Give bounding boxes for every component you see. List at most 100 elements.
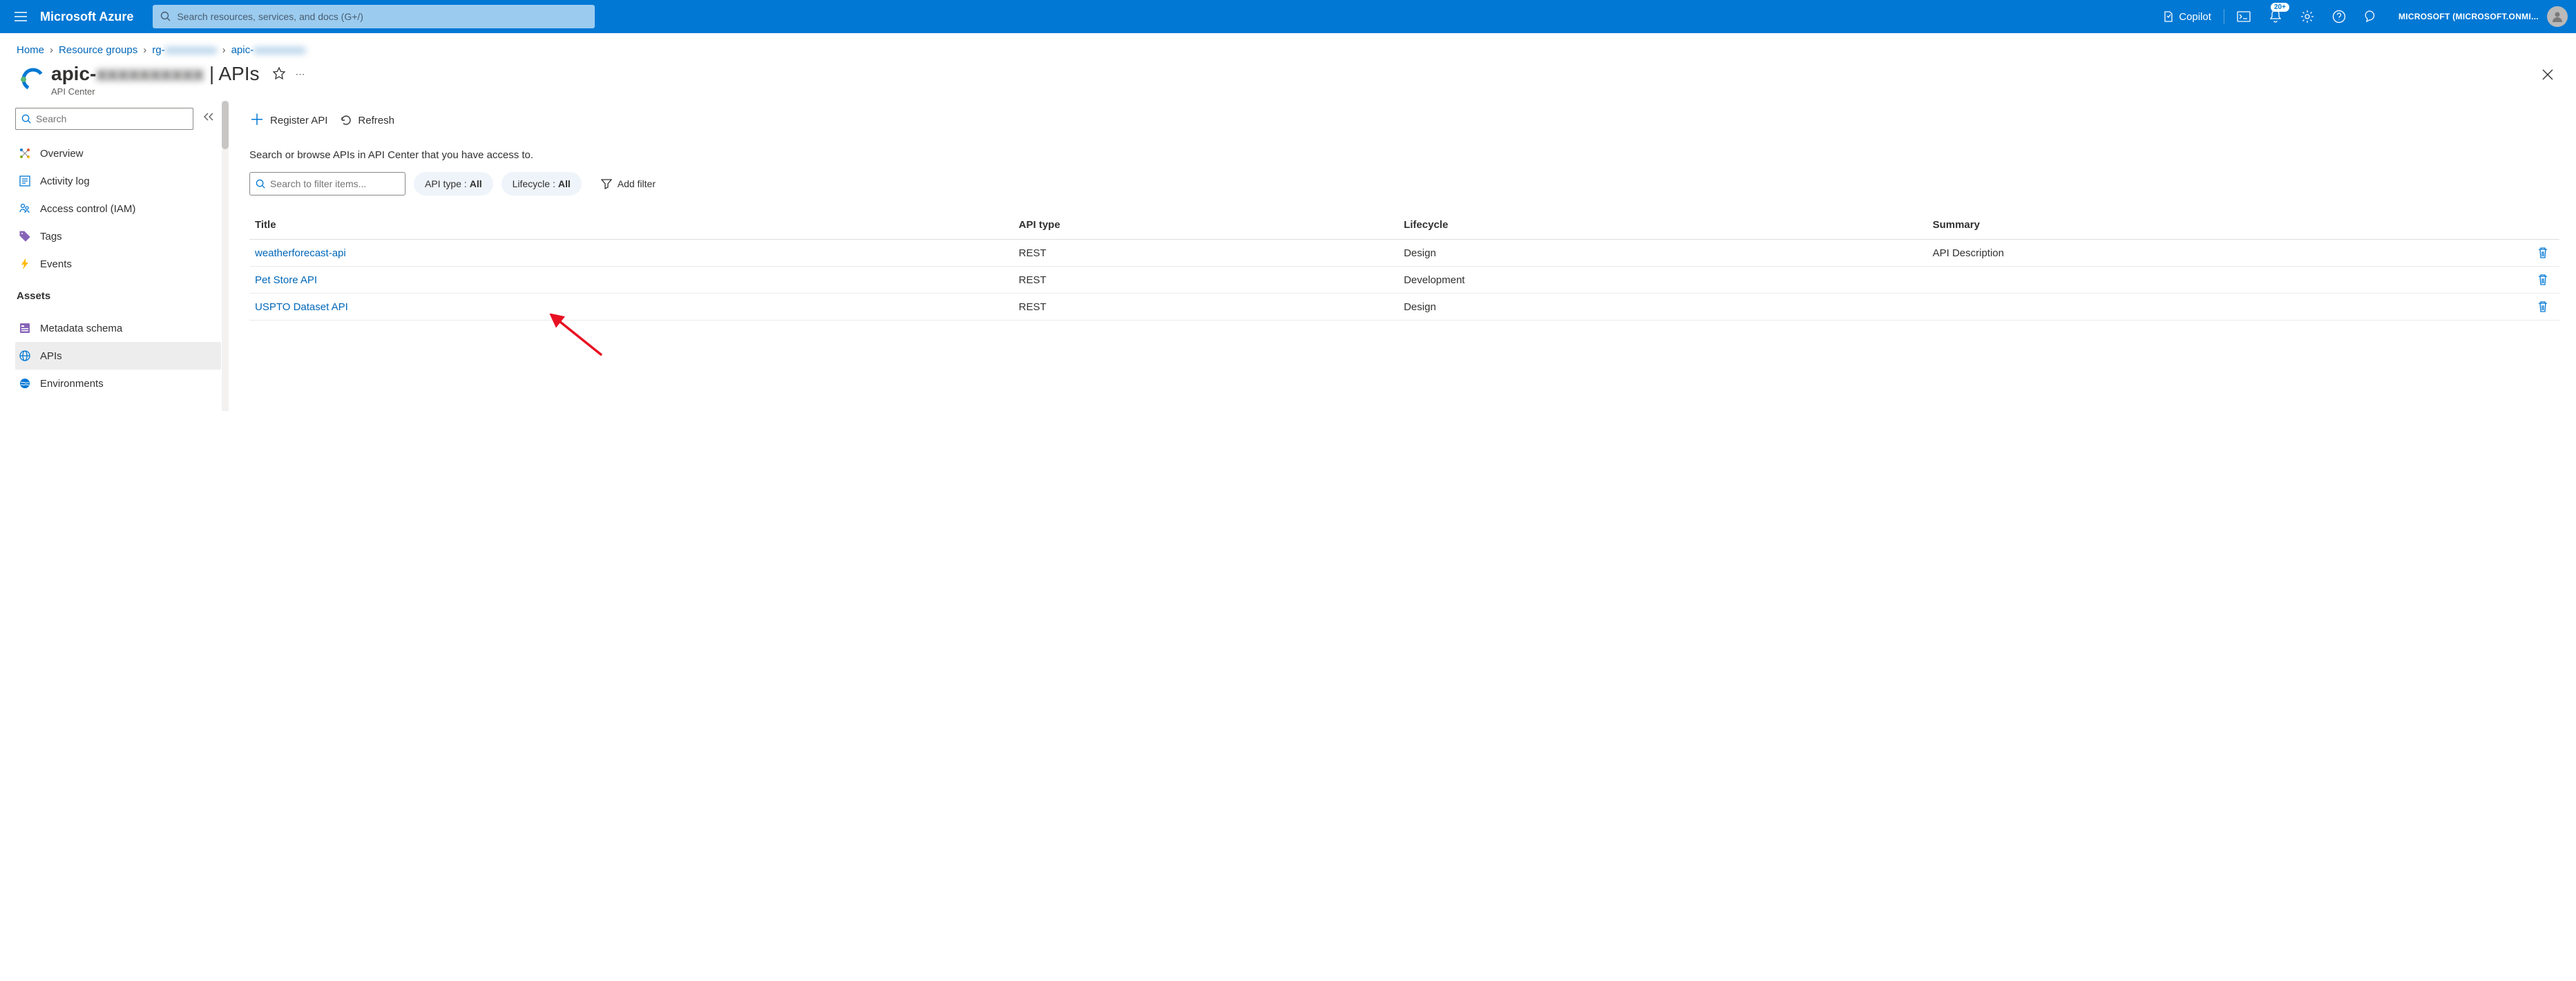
global-search[interactable] xyxy=(153,5,595,28)
sidebar-item-label: APIs xyxy=(40,350,62,362)
api-title-link[interactable]: USPTO Dataset API xyxy=(255,301,348,313)
collapse-icon[interactable] xyxy=(203,112,214,122)
crumb-home[interactable]: Home xyxy=(17,44,44,56)
cell-apitype: REST xyxy=(1013,294,1398,321)
chevron-right-icon: › xyxy=(50,44,53,56)
help-icon[interactable] xyxy=(2324,0,2354,33)
register-api-button[interactable]: ＋ Register API xyxy=(249,113,327,128)
cell-lifecycle: Development xyxy=(1398,267,1927,294)
sidebar-item-apis[interactable]: APIs xyxy=(15,342,221,370)
brand-label[interactable]: Microsoft Azure xyxy=(36,10,144,24)
crumb-rg[interactable]: Resource groups xyxy=(59,44,137,56)
avatar[interactable] xyxy=(2547,6,2568,27)
top-icon-group: Copilot 20+ MICROSOFT (MICROSOFT.ONMI... xyxy=(2154,0,2570,33)
sidebar-item-label: Activity log xyxy=(40,175,90,187)
sidebar-search-input[interactable] xyxy=(36,113,187,124)
col-summary[interactable]: Summary xyxy=(1927,211,2532,240)
sidebar-item-events[interactable]: Events xyxy=(15,250,221,278)
sidebar-item-label: Overview xyxy=(40,148,84,160)
add-filter-button[interactable]: Add filter xyxy=(590,172,667,196)
cell-lifecycle: Design xyxy=(1398,294,1927,321)
sidebar-item-metadata[interactable]: Metadata schema xyxy=(15,314,221,342)
annotation-arrow xyxy=(546,314,609,362)
notification-badge: 20+ xyxy=(2271,3,2289,12)
filter-search-input[interactable] xyxy=(270,178,399,189)
hamburger-icon[interactable] xyxy=(6,0,36,33)
sidebar-item-overview[interactable]: Overview xyxy=(15,140,221,167)
sidebar: Overview Activity log Access control (IA… xyxy=(0,101,221,411)
table-row: Pet Store API RESTDevelopment xyxy=(249,267,2559,294)
refresh-label: Refresh xyxy=(358,115,394,126)
sidebar-item-label: Environments xyxy=(40,378,104,390)
description-text: Search or browse APIs in API Center that… xyxy=(249,149,2559,161)
cloud-shell-icon[interactable] xyxy=(2229,0,2259,33)
crumb-apic[interactable]: apic-xxxxxxxxxx xyxy=(231,44,306,56)
sidebar-search[interactable] xyxy=(15,108,193,130)
scrollbar-thumb[interactable] xyxy=(222,101,229,149)
sidebar-item-label: Events xyxy=(40,258,72,270)
apis-icon xyxy=(18,349,32,363)
sidebar-item-activity[interactable]: Activity log xyxy=(15,167,221,195)
breadcrumb: Home › Resource groups › rg-xxxxxxxxxx ›… xyxy=(0,33,2576,56)
account-label[interactable]: MICROSOFT (MICROSOFT.ONMI... xyxy=(2387,12,2546,21)
refresh-button[interactable]: Refresh xyxy=(340,114,394,126)
page-subtitle: API Center xyxy=(51,86,260,97)
chevron-right-icon: › xyxy=(222,44,226,56)
filter-pill-apitype[interactable]: API type : All xyxy=(414,172,493,196)
events-icon xyxy=(18,257,32,271)
copilot-label: Copilot xyxy=(2179,11,2211,23)
overview-icon xyxy=(18,146,32,160)
sidebar-item-tags[interactable]: Tags xyxy=(15,222,221,250)
search-icon xyxy=(256,179,266,189)
cell-apitype: REST xyxy=(1013,240,1398,267)
more-icon[interactable]: ⋯ xyxy=(296,68,307,80)
refresh-icon xyxy=(340,114,352,126)
api-title-link[interactable]: weatherforecast-api xyxy=(255,247,346,259)
sidebar-item-environments[interactable]: Environments xyxy=(15,370,221,397)
sidebar-item-label: Access control (IAM) xyxy=(40,203,135,215)
delete-icon[interactable] xyxy=(2537,274,2554,286)
register-label: Register API xyxy=(270,115,327,126)
api-table: Title API type Lifecycle Summary weather… xyxy=(249,211,2559,321)
col-lifecycle[interactable]: Lifecycle xyxy=(1398,211,1927,240)
cell-lifecycle: Design xyxy=(1398,240,1927,267)
copilot-button[interactable]: Copilot xyxy=(2154,0,2220,33)
cell-summary xyxy=(1927,267,2532,294)
iam-icon xyxy=(18,202,32,216)
global-search-input[interactable] xyxy=(177,11,587,22)
metadata-icon xyxy=(18,321,32,335)
scrollbar-track[interactable] xyxy=(222,101,229,411)
favorite-icon[interactable] xyxy=(272,67,286,81)
top-bar: Microsoft Azure Copilot 20+ MICROSOFT (M… xyxy=(0,0,2576,33)
notifications-icon[interactable]: 20+ xyxy=(2260,0,2291,33)
cell-apitype: REST xyxy=(1013,267,1398,294)
activity-log-icon xyxy=(18,174,32,188)
close-icon[interactable] xyxy=(2536,63,2559,86)
toolbar: ＋ Register API Refresh xyxy=(249,108,2559,133)
col-title[interactable]: Title xyxy=(249,211,1013,240)
cell-summary xyxy=(1927,294,2532,321)
sidebar-section-assets: Assets xyxy=(15,278,221,305)
plus-icon: ＋ xyxy=(249,113,265,128)
settings-icon[interactable] xyxy=(2292,0,2322,33)
tags-icon xyxy=(18,229,32,243)
cell-summary: API Description xyxy=(1927,240,2532,267)
sidebar-item-iam[interactable]: Access control (IAM) xyxy=(15,195,221,222)
api-title-link[interactable]: Pet Store API xyxy=(255,274,317,286)
delete-icon[interactable] xyxy=(2537,301,2554,313)
sidebar-item-label: Metadata schema xyxy=(40,323,122,334)
filter-icon xyxy=(601,178,612,189)
filter-pill-lifecycle[interactable]: Lifecycle : All xyxy=(502,172,582,196)
page-title: apic-xxxxxxxxxx | APIs xyxy=(51,63,260,85)
crumb-rg-name[interactable]: rg-xxxxxxxxxx xyxy=(152,44,216,56)
filter-row: API type : All Lifecycle : All Add filte… xyxy=(249,172,2559,196)
feedback-icon[interactable] xyxy=(2356,0,2386,33)
table-row: weatherforecast-api RESTDesignAPI Descrip… xyxy=(249,240,2559,267)
delete-icon[interactable] xyxy=(2537,247,2554,259)
filter-search[interactable] xyxy=(249,172,406,196)
col-apitype[interactable]: API type xyxy=(1013,211,1398,240)
chevron-right-icon: › xyxy=(143,44,146,56)
sidebar-item-label: Tags xyxy=(40,231,62,242)
main-content: ＋ Register API Refresh Search or browse … xyxy=(221,101,2576,411)
environments-icon xyxy=(18,377,32,390)
